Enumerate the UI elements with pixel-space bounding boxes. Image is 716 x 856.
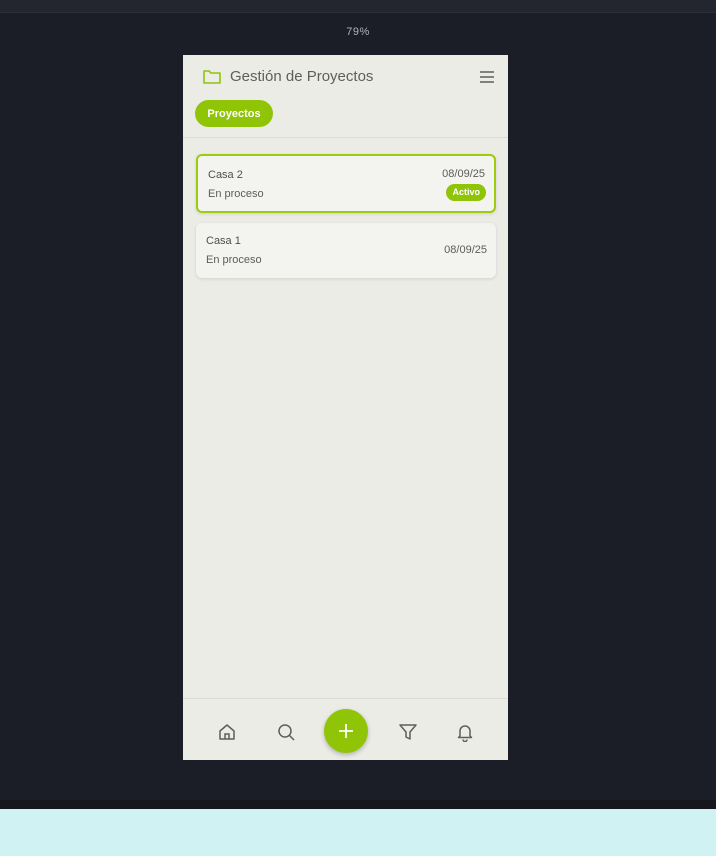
browser-bottom-bar <box>0 800 716 809</box>
bottom-navigation <box>183 698 508 760</box>
project-name: Casa 1 <box>206 235 241 247</box>
filter-icon[interactable] <box>398 722 418 742</box>
project-card-casa-1[interactable]: Casa 1 En proceso 08/09/25 <box>196 223 496 278</box>
search-icon[interactable] <box>276 722 296 742</box>
app-header: Gestión de Proyectos Proyectos <box>183 55 508 138</box>
zoom-level: 79% <box>346 26 370 38</box>
desktop-background <box>0 809 716 856</box>
active-badge: Activo <box>446 184 486 201</box>
browser-top-bar <box>0 0 716 13</box>
project-status: En proceso <box>208 188 264 200</box>
project-date: 08/09/25 <box>442 168 485 180</box>
bell-icon[interactable] <box>455 722 475 742</box>
project-name: Casa 2 <box>208 169 243 181</box>
projects-filter-chip[interactable]: Proyectos <box>195 100 273 127</box>
menu-icon[interactable] <box>479 69 495 85</box>
add-icon <box>339 724 353 738</box>
project-date: 08/09/25 <box>444 244 487 256</box>
home-icon[interactable] <box>217 722 237 742</box>
project-card-casa-2[interactable]: Casa 2 En proceso 08/09/25 Activo <box>196 154 496 213</box>
add-project-button[interactable] <box>324 709 368 753</box>
app-frame: Gestión de Proyectos Proyectos Casa 2 En… <box>183 55 508 760</box>
app-title: Gestión de Proyectos <box>230 68 374 85</box>
project-status: En proceso <box>206 254 262 266</box>
folder-icon <box>203 70 221 84</box>
